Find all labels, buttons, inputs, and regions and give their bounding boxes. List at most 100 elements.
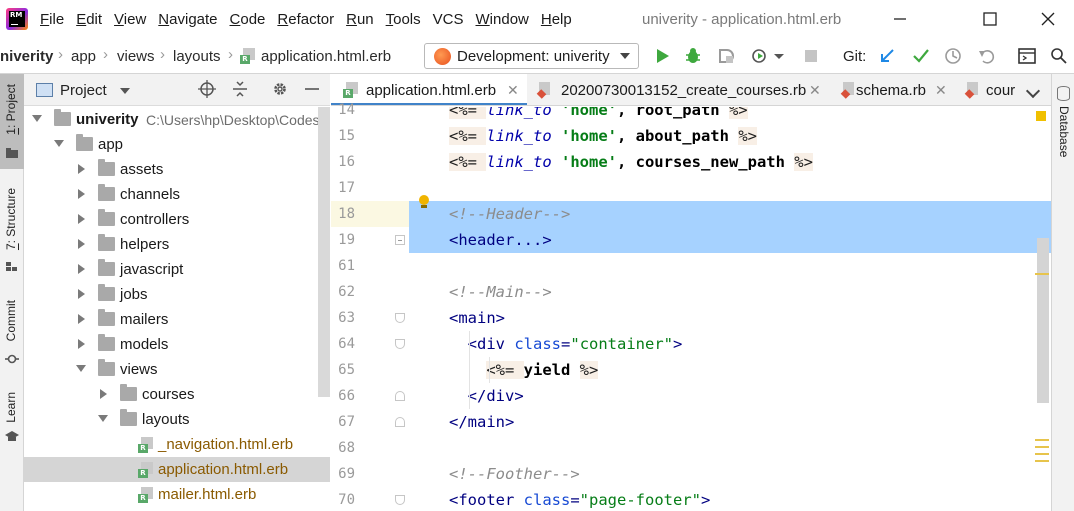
menu-file[interactable]: File: [40, 11, 64, 28]
error-stripe-marker[interactable]: [1035, 273, 1049, 275]
chevron-down-icon[interactable]: [98, 415, 108, 422]
chevron-right-icon[interactable]: [78, 314, 85, 324]
chevron-right-icon[interactable]: [78, 264, 85, 274]
tree-folder-item[interactable]: models: [24, 332, 330, 357]
tree-folder-item[interactable]: controllers: [24, 207, 330, 232]
close-tab-icon[interactable]: ✕: [935, 82, 947, 99]
error-stripe-marker[interactable]: [1035, 439, 1049, 441]
terminal-window-icon[interactable]: [1018, 47, 1036, 65]
tree-folder-item[interactable]: courses: [24, 382, 330, 407]
tree-folder-item[interactable]: assets: [24, 157, 330, 182]
collapse-all-button[interactable]: [230, 80, 250, 100]
git-history-icon[interactable]: [944, 47, 962, 65]
rubymine-logo-icon[interactable]: RM: [6, 8, 28, 30]
tree-folder-item[interactable]: app: [24, 132, 330, 157]
code-line[interactable]: </main>: [409, 409, 1051, 435]
menu-run[interactable]: Run: [346, 11, 374, 28]
code-line[interactable]: <%= link_to 'home', about_path %>: [409, 123, 1051, 149]
chevron-right-icon[interactable]: [78, 214, 85, 224]
maximize-button[interactable]: [979, 8, 1001, 30]
code-editor[interactable]: <%= link_to 'home', root_path %> <%= link…: [409, 107, 1051, 511]
close-tab-icon[interactable]: ✕: [809, 82, 821, 99]
chevron-right-icon[interactable]: [100, 389, 107, 399]
tree-folder-item[interactable]: views: [24, 357, 330, 382]
tab-courses-truncated[interactable]: cour: [959, 74, 1025, 105]
tree-folder-item[interactable]: channels: [24, 182, 330, 207]
code-line[interactable]: <%= yield %>: [409, 357, 1051, 383]
menu-edit[interactable]: Edit: [76, 11, 102, 28]
chevron-down-icon[interactable]: [54, 140, 64, 147]
fold-marker-icon[interactable]: [395, 495, 405, 505]
menu-view[interactable]: View: [114, 11, 146, 28]
tab-create-courses-rb[interactable]: 20200730013152_create_courses.rb ✕: [529, 74, 831, 105]
code-line[interactable]: <header...>: [409, 227, 1051, 253]
error-stripe-marker[interactable]: [1035, 453, 1049, 455]
tree-file-item[interactable]: Rapplication.html.erb: [24, 457, 330, 482]
hide-panel-button[interactable]: [302, 80, 322, 100]
chevron-right-icon[interactable]: [78, 189, 85, 199]
menu-help[interactable]: Help: [541, 11, 572, 28]
code-line[interactable]: [409, 175, 1051, 201]
chevron-down-icon[interactable]: [120, 88, 130, 94]
tool-tab-project[interactable]: 1: Project: [4, 84, 18, 135]
git-commit-check-icon[interactable]: [912, 47, 930, 65]
tree-folder-item[interactable]: layouts: [24, 407, 330, 432]
menu-window[interactable]: Window: [476, 11, 529, 28]
close-tab-icon[interactable]: ✕: [507, 82, 519, 99]
tree-folder-item[interactable]: helpers: [24, 232, 330, 257]
tab-schema-rb[interactable]: schema.rb ✕: [833, 74, 957, 105]
breadcrumb-project[interactable]: niverity: [0, 48, 53, 65]
project-panel-title[interactable]: Project: [60, 82, 107, 99]
code-line[interactable]: <div class="container">: [409, 331, 1051, 357]
code-line[interactable]: <main>: [409, 305, 1051, 331]
chevron-down-icon[interactable]: [76, 365, 86, 372]
tool-tab-commit[interactable]: Commit: [4, 300, 18, 341]
tab-application-html-erb[interactable]: R application.html.erb ✕: [331, 74, 527, 105]
debug-icon[interactable]: [684, 47, 702, 65]
run-icon[interactable]: [653, 47, 671, 65]
tool-tab-learn[interactable]: Learn: [4, 392, 18, 423]
close-window-button[interactable]: [1037, 8, 1059, 30]
menu-navigate[interactable]: Navigate: [158, 11, 217, 28]
chevron-right-icon[interactable]: [78, 239, 85, 249]
tool-tab-structure[interactable]: 7: Structure: [4, 188, 18, 250]
locate-file-button[interactable]: [197, 80, 217, 100]
chevron-right-icon[interactable]: [78, 339, 85, 349]
code-line[interactable]: <footer class="page-footer">: [409, 487, 1051, 511]
chevron-right-icon[interactable]: [78, 289, 85, 299]
code-line[interactable]: <!--Header-->: [409, 201, 1051, 227]
chevron-down-icon[interactable]: [32, 115, 42, 122]
breadcrumb-app[interactable]: app: [71, 48, 96, 65]
code-line[interactable]: </div>: [409, 383, 1051, 409]
fold-marker-icon[interactable]: [395, 339, 405, 349]
error-stripe-marker[interactable]: [1035, 446, 1049, 448]
fold-marker-icon[interactable]: [395, 313, 405, 323]
editor-scrollbar[interactable]: [1037, 238, 1049, 403]
breadcrumb-file[interactable]: application.html.erb: [261, 48, 391, 65]
code-line[interactable]: <!--Main-->: [409, 279, 1051, 305]
tree-folder-item[interactable]: univerity C:\Users\hp\Desktop\Codes\: [24, 107, 330, 132]
profile-icon[interactable]: [751, 47, 769, 65]
fold-marker-icon[interactable]: [395, 391, 405, 401]
git-update-icon[interactable]: [878, 47, 896, 65]
tool-tab-database[interactable]: Database: [1057, 106, 1071, 157]
git-rollback-icon[interactable]: [977, 47, 995, 65]
project-tree-scrollbar[interactable]: [318, 107, 330, 397]
minimize-button[interactable]: [889, 8, 911, 30]
menu-vcs[interactable]: VCS: [433, 11, 464, 28]
project-settings-button[interactable]: [270, 80, 290, 100]
stop-icon[interactable]: [802, 47, 820, 65]
run-with-coverage-icon[interactable]: [717, 47, 735, 65]
menu-refactor[interactable]: Refactor: [277, 11, 334, 28]
tree-folder-item[interactable]: javascript: [24, 257, 330, 282]
search-everywhere-icon[interactable]: [1050, 47, 1068, 65]
tree-file-item[interactable]: R _navigation.html.erb: [24, 432, 330, 457]
intention-lightbulb-icon[interactable]: [418, 195, 430, 209]
menu-tools[interactable]: Tools: [386, 11, 421, 28]
breadcrumb-layouts[interactable]: layouts: [173, 48, 221, 65]
chevron-right-icon[interactable]: [78, 164, 85, 174]
chevron-down-icon[interactable]: [773, 47, 785, 65]
menu-code[interactable]: Code: [230, 11, 266, 28]
code-line[interactable]: <!--Foother-->: [409, 461, 1051, 487]
warning-marker-icon[interactable]: [1036, 111, 1046, 121]
